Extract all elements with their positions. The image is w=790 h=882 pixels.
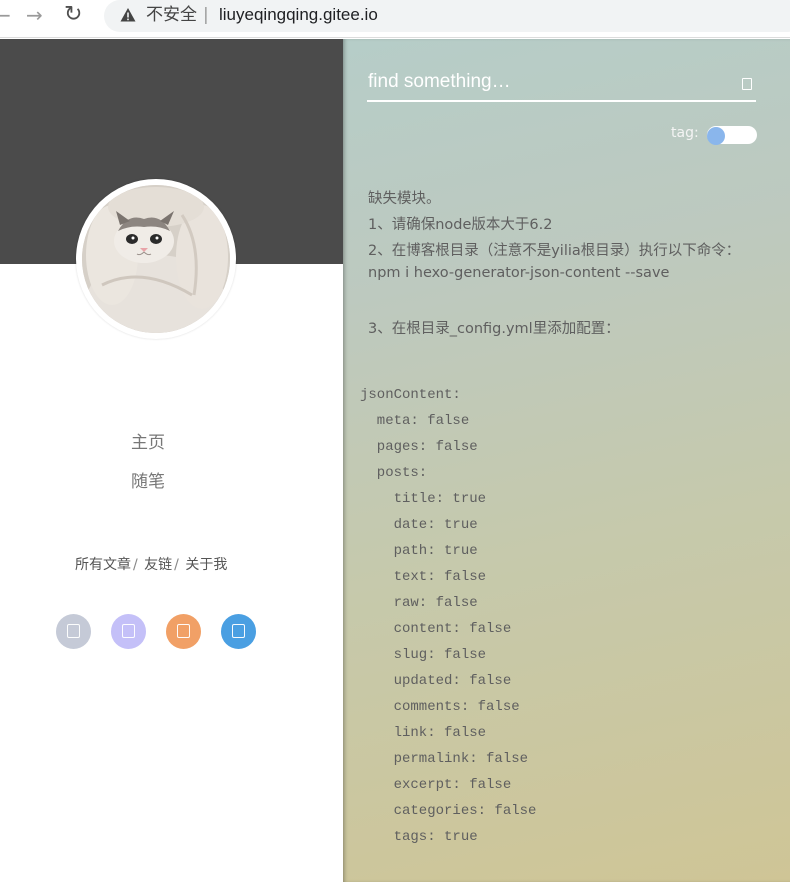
- config-code-block: jsonContent: meta: false pages: false po…: [360, 382, 536, 850]
- link-all-posts[interactable]: 所有文章: [75, 557, 131, 573]
- code-line: link: false: [360, 725, 487, 741]
- code-line: categories: false: [360, 803, 537, 819]
- url-separator: |: [203, 5, 209, 25]
- social-placeholder-icon: [232, 624, 245, 638]
- message-line: 3、在根目录_config.yml里添加配置：: [368, 321, 620, 337]
- code-line: date: true: [360, 517, 478, 533]
- code-line: path: true: [360, 543, 478, 559]
- code-line: posts:: [360, 465, 428, 481]
- code-line: excerpt: false: [360, 777, 512, 793]
- search-panel: tag: 缺失模块。 1、请确保node版本大于6.2 2、在博客根目录（注意不…: [343, 39, 790, 882]
- search-input[interactable]: [368, 69, 728, 95]
- social-placeholder-icon: [177, 624, 190, 638]
- link-about-me[interactable]: 关于我: [185, 557, 227, 573]
- link-separator: /: [133, 557, 138, 573]
- code-line: title: true: [360, 491, 487, 507]
- sidebar-links: 所有文章 / 友链 / 关于我: [75, 554, 227, 574]
- menu-item-home[interactable]: 主页: [0, 428, 296, 453]
- code-line: text: false: [360, 569, 487, 585]
- code-line: content: false: [360, 621, 512, 637]
- message-line: 1、请确保node版本大于6.2: [368, 217, 553, 233]
- code-line: permalink: false: [360, 751, 529, 767]
- link-separator: /: [174, 557, 179, 573]
- code-line: jsonContent:: [360, 387, 461, 403]
- social-button-1[interactable]: [56, 614, 91, 649]
- back-icon[interactable]: ←: [0, 4, 11, 26]
- code-line: raw: false: [360, 595, 478, 611]
- code-line: comments: false: [360, 699, 520, 715]
- warning-icon[interactable]: [120, 7, 136, 23]
- search-icon[interactable]: [742, 78, 752, 90]
- forward-icon[interactable]: →: [26, 4, 43, 26]
- social-button-2[interactable]: [111, 614, 146, 649]
- social-button-3[interactable]: [166, 614, 201, 649]
- code-line: updated: false: [360, 673, 512, 689]
- code-line: meta: false: [360, 413, 470, 429]
- insecure-label[interactable]: 不安全: [146, 4, 197, 26]
- url-text[interactable]: liuyeqingqing.gitee.io: [219, 4, 378, 26]
- code-line: slug: false: [360, 647, 487, 663]
- message-command: npm i hexo-generator-json-content --save: [368, 265, 670, 281]
- social-button-4[interactable]: [221, 614, 256, 649]
- browser-toolbar: ← → ↻ 不安全 | liuyeqingqing.gitee.io: [0, 0, 790, 38]
- link-friends[interactable]: 友链: [144, 557, 172, 573]
- social-placeholder-icon: [122, 624, 135, 638]
- avatar-cat-image: [82, 185, 230, 333]
- menu-item-essay[interactable]: 随笔: [0, 467, 296, 492]
- tag-label: tag:: [671, 125, 699, 141]
- reload-icon[interactable]: ↻: [64, 4, 82, 26]
- sidebar: 主页 随笔 所有文章 / 友链 / 关于我: [0, 39, 343, 882]
- search-underline: [367, 100, 756, 102]
- message-line: 缺失模块。: [368, 191, 441, 207]
- code-line: tags: true: [360, 829, 478, 845]
- social-placeholder-icon: [67, 624, 80, 638]
- code-line: pages: false: [360, 439, 478, 455]
- avatar[interactable]: [82, 185, 230, 333]
- tag-toggle-knob[interactable]: [707, 127, 725, 145]
- message-line: 2、在博客根目录（注意不是yilia根目录）执行以下命令：: [368, 243, 741, 259]
